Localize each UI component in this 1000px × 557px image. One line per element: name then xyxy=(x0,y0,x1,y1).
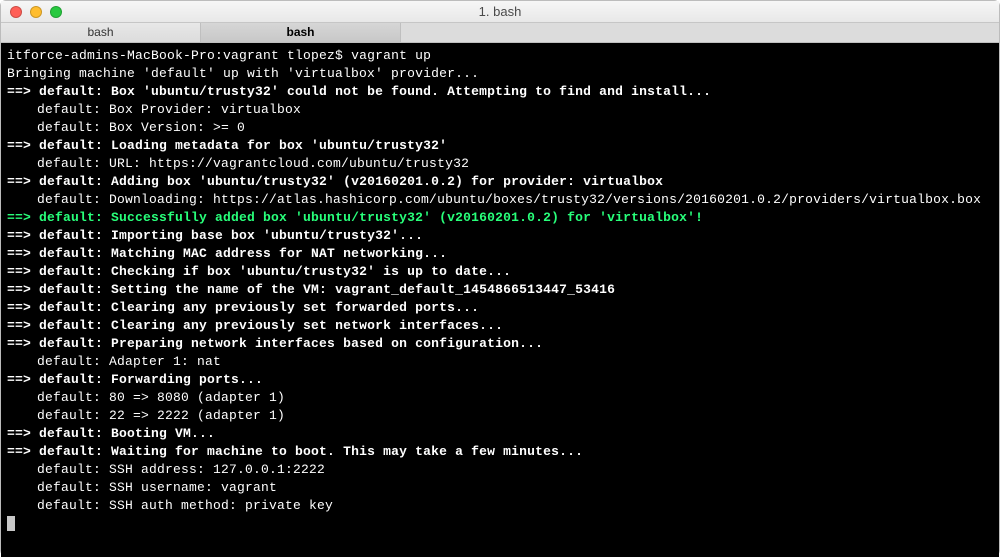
traffic-lights xyxy=(1,6,62,18)
terminal-line: default: Box Provider: virtualbox xyxy=(7,101,993,119)
terminal-line: default: URL: https://vagrantcloud.com/u… xyxy=(7,155,993,173)
prompt-host: itforce-admins-MacBook-Pro:vagrant tlope… xyxy=(7,48,351,63)
terminal-line: ==> default: Loading metadata for box 'u… xyxy=(7,137,993,155)
cursor-icon xyxy=(7,516,15,531)
terminal-line: default: 22 => 2222 (adapter 1) xyxy=(7,407,993,425)
terminal-line: default: SSH auth method: private key xyxy=(7,497,993,515)
terminal-output[interactable]: itforce-admins-MacBook-Pro:vagrant tlope… xyxy=(1,43,999,557)
terminal-line: ==> default: Setting the name of the VM:… xyxy=(7,281,993,299)
minimize-icon[interactable] xyxy=(30,6,42,18)
terminal-prompt-line: itforce-admins-MacBook-Pro:vagrant tlope… xyxy=(7,47,993,65)
terminal-line: default: SSH username: vagrant xyxy=(7,479,993,497)
tab-bash-1[interactable]: bash xyxy=(201,23,401,42)
terminal-cursor-line xyxy=(7,515,993,533)
terminal-line: default: Adapter 1: nat xyxy=(7,353,993,371)
titlebar: 1. bash xyxy=(1,1,999,23)
maximize-icon[interactable] xyxy=(50,6,62,18)
window-title: 1. bash xyxy=(1,4,999,19)
terminal-line: ==> default: Forwarding ports... xyxy=(7,371,993,389)
terminal-line: default: Box Version: >= 0 xyxy=(7,119,993,137)
terminal-line: ==> default: Box 'ubuntu/trusty32' could… xyxy=(7,83,993,101)
terminal-line: default: SSH address: 127.0.0.1:2222 xyxy=(7,461,993,479)
terminal-line: ==> default: Matching MAC address for NA… xyxy=(7,245,993,263)
tab-bar: bash bash xyxy=(1,23,999,43)
terminal-line: default: Downloading: https://atlas.hash… xyxy=(7,191,993,209)
terminal-line: ==> default: Clearing any previously set… xyxy=(7,299,993,317)
close-icon[interactable] xyxy=(10,6,22,18)
terminal-success-line: ==> default: Successfully added box 'ubu… xyxy=(7,209,993,227)
prompt-command: vagrant up xyxy=(351,48,431,63)
terminal-line: ==> default: Importing base box 'ubuntu/… xyxy=(7,227,993,245)
terminal-line: default: 80 => 8080 (adapter 1) xyxy=(7,389,993,407)
terminal-line: ==> default: Checking if box 'ubuntu/tru… xyxy=(7,263,993,281)
terminal-line: ==> default: Adding box 'ubuntu/trusty32… xyxy=(7,173,993,191)
terminal-line: ==> default: Preparing network interface… xyxy=(7,335,993,353)
tab-bash-0[interactable]: bash xyxy=(1,23,201,42)
terminal-line: Bringing machine 'default' up with 'virt… xyxy=(7,65,993,83)
terminal-line: ==> default: Booting VM... xyxy=(7,425,993,443)
terminal-line: ==> default: Waiting for machine to boot… xyxy=(7,443,993,461)
terminal-line: ==> default: Clearing any previously set… xyxy=(7,317,993,335)
